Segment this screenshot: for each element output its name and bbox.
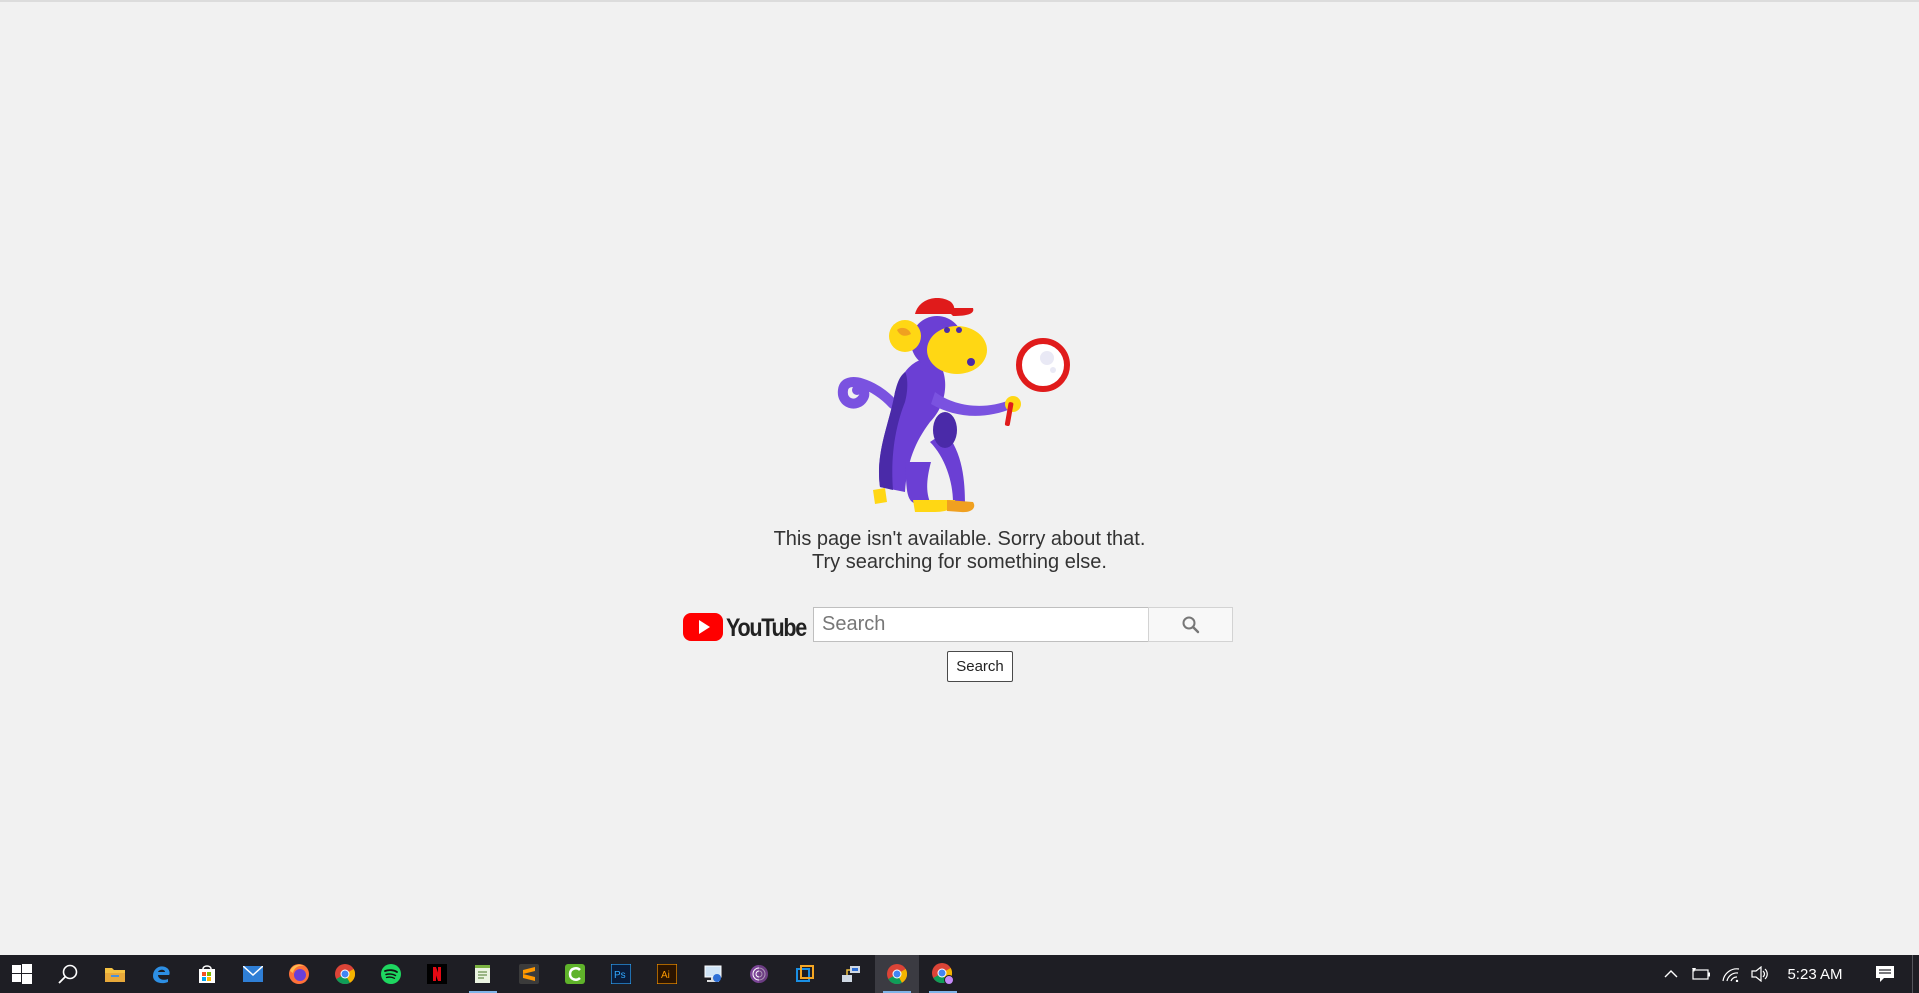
battery-icon bbox=[1692, 968, 1710, 980]
volume-icon bbox=[1751, 966, 1768, 982]
monkey-illustration bbox=[837, 298, 1070, 513]
taskbar-chrome-active[interactable] bbox=[875, 955, 919, 993]
search-icon bbox=[1182, 616, 1199, 633]
illustrator-icon: Ai bbox=[657, 964, 677, 984]
taskbar-network-tool[interactable] bbox=[829, 955, 873, 993]
search-icon-button[interactable] bbox=[1148, 607, 1233, 642]
camtasia-icon bbox=[565, 964, 585, 984]
search-submit-button[interactable]: Search bbox=[947, 651, 1013, 682]
taskbar-store[interactable] bbox=[185, 955, 229, 993]
taskbar-tor[interactable] bbox=[737, 955, 781, 993]
start-button[interactable] bbox=[0, 955, 44, 993]
virtualbox-icon bbox=[796, 965, 814, 982]
svg-text:Ps: Ps bbox=[614, 970, 626, 981]
mail-icon bbox=[243, 966, 263, 982]
windows-icon bbox=[12, 964, 32, 984]
taskbar-chrome[interactable] bbox=[323, 955, 367, 993]
search-icon bbox=[58, 964, 78, 984]
taskbar-file-explorer[interactable] bbox=[93, 955, 137, 993]
taskbar-search-button[interactable] bbox=[46, 955, 90, 993]
taskbar-virtualbox[interactable] bbox=[783, 955, 827, 993]
chevron-up-icon bbox=[1664, 970, 1678, 978]
taskbar-edge[interactable] bbox=[139, 955, 183, 993]
tray-volume[interactable] bbox=[1748, 955, 1772, 993]
netflix-icon bbox=[427, 964, 447, 984]
remote-desktop-icon bbox=[704, 965, 722, 982]
windows-taskbar: Ps Ai 5:23 AM bbox=[0, 955, 1919, 993]
taskbar-notepad[interactable] bbox=[461, 955, 505, 993]
chrome-icon bbox=[932, 963, 954, 985]
notepad-icon bbox=[475, 965, 490, 983]
sublime-icon bbox=[519, 964, 539, 984]
network-tool-icon bbox=[842, 966, 860, 982]
folder-icon bbox=[105, 968, 125, 982]
show-desktop-button[interactable] bbox=[1912, 955, 1919, 993]
top-border bbox=[0, 0, 1919, 2]
browser-page: This page isn't available. Sorry about t… bbox=[0, 0, 1919, 993]
taskbar-camtasia[interactable] bbox=[553, 955, 597, 993]
store-icon bbox=[199, 965, 215, 983]
taskbar-chrome-profile[interactable] bbox=[921, 955, 965, 993]
taskbar-netflix[interactable] bbox=[415, 955, 459, 993]
error-message: This page isn't available. Sorry about t… bbox=[0, 528, 1919, 574]
youtube-logo[interactable]: YouTube bbox=[683, 610, 808, 642]
edge-icon bbox=[153, 966, 170, 984]
search-input[interactable] bbox=[813, 607, 1149, 642]
taskbar-clock[interactable]: 5:23 AM bbox=[1772, 955, 1858, 993]
tray-battery[interactable] bbox=[1688, 955, 1714, 993]
chrome-icon bbox=[887, 964, 907, 984]
taskbar-photoshop[interactable]: Ps bbox=[599, 955, 643, 993]
taskbar-sublime[interactable] bbox=[507, 955, 551, 993]
tray-overflow-button[interactable] bbox=[1658, 955, 1684, 993]
svg-text:Ai: Ai bbox=[661, 970, 670, 981]
spotify-icon bbox=[381, 964, 401, 984]
tray-wifi[interactable] bbox=[1718, 955, 1744, 993]
error-line-2: Try searching for something else. bbox=[812, 551, 1107, 573]
tor-icon bbox=[750, 965, 768, 983]
wifi-icon bbox=[1722, 968, 1740, 982]
taskbar-mail[interactable] bbox=[231, 955, 275, 993]
chrome-icon bbox=[335, 964, 355, 984]
youtube-wordmark: YouTube bbox=[726, 614, 807, 642]
photoshop-icon: Ps bbox=[611, 964, 631, 984]
action-center-button[interactable] bbox=[1866, 955, 1904, 993]
taskbar-remote-desktop[interactable] bbox=[691, 955, 735, 993]
notification-icon bbox=[1876, 966, 1894, 982]
error-line-1: This page isn't available. Sorry about t… bbox=[773, 528, 1146, 550]
taskbar-firefox[interactable] bbox=[277, 955, 321, 993]
taskbar-spotify[interactable] bbox=[369, 955, 413, 993]
taskbar-illustrator[interactable]: Ai bbox=[645, 955, 689, 993]
firefox-icon bbox=[289, 964, 309, 984]
